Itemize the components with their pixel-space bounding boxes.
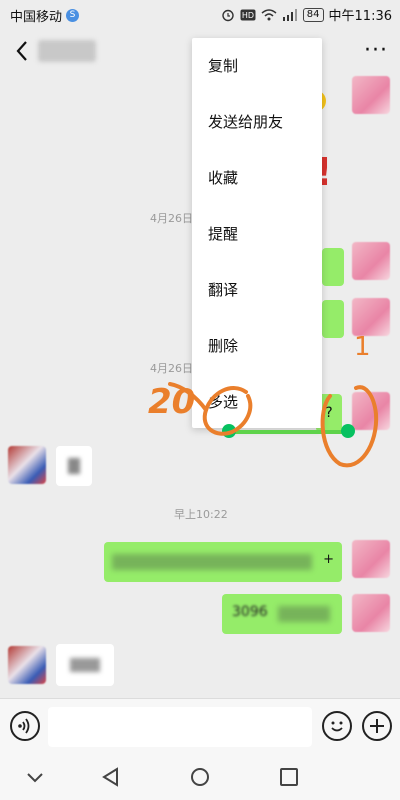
message-suffix: + xyxy=(323,552,334,567)
status-left: 中国移动 S xyxy=(10,6,80,25)
menu-item-delete[interactable]: 删除 xyxy=(192,318,322,374)
annotation-number: 20 xyxy=(148,382,196,422)
smile-glyph xyxy=(331,721,343,732)
menu-item-multiselect[interactable]: 多选 xyxy=(192,374,322,430)
more-dots-icon[interactable]: ··· xyxy=(364,38,388,63)
selection-handle-end[interactable] xyxy=(341,424,355,438)
plus-glyph xyxy=(370,719,384,733)
system-navigation-bar xyxy=(0,754,400,800)
emoji-icon[interactable] xyxy=(322,711,352,741)
message-bubble[interactable]: + xyxy=(104,542,342,582)
status-right: HD 84 中午11:36 xyxy=(221,5,392,24)
selection-handle-start[interactable] xyxy=(222,424,236,438)
voice-wave-glyph xyxy=(18,718,30,734)
message-text: 3096 xyxy=(232,604,268,620)
message-bubble[interactable] xyxy=(56,644,114,686)
blurred-content xyxy=(70,658,100,672)
alarm-icon xyxy=(222,9,234,21)
avatar[interactable] xyxy=(352,298,390,336)
timestamp: 4月26日 xyxy=(150,212,193,225)
annotation-mark: 1 xyxy=(354,332,371,362)
blurred-content xyxy=(278,606,330,622)
hd-icon: HD xyxy=(240,9,256,20)
timestamp: 4月26日 xyxy=(150,362,193,375)
recents-square-icon[interactable] xyxy=(276,765,302,789)
avatar[interactable] xyxy=(8,446,46,484)
clock: 中午11:36 xyxy=(328,9,392,24)
avatar[interactable] xyxy=(352,392,390,430)
avatar[interactable] xyxy=(352,242,390,280)
network-badge: S xyxy=(66,9,80,22)
avatar[interactable] xyxy=(8,646,46,684)
menu-item-remind[interactable]: 提醒 xyxy=(192,206,322,262)
message-bubble[interactable] xyxy=(322,248,344,286)
4g-signal-icon xyxy=(282,8,297,21)
battery-indicator: 84 xyxy=(302,7,324,22)
carrier-label: 中国移动 xyxy=(10,10,63,25)
message-bubble[interactable]: 3096 xyxy=(222,594,342,634)
message-input[interactable] xyxy=(48,707,312,747)
timestamp: 早上10:22 xyxy=(174,508,228,521)
message-bubble[interactable] xyxy=(322,300,344,338)
message-context-menu: 复制 发送给朋友 收藏 提醒 翻译 删除 多选 xyxy=(192,38,322,428)
avatar[interactable] xyxy=(352,76,390,114)
menu-item-forward[interactable]: 发送给朋友 xyxy=(192,94,322,150)
blurred-content xyxy=(68,458,80,474)
menu-item-favorite[interactable]: 收藏 xyxy=(192,150,322,206)
chevron-left-icon[interactable] xyxy=(12,38,34,64)
collapse-chevron-icon[interactable] xyxy=(22,765,48,789)
home-circle-icon[interactable] xyxy=(187,765,213,789)
menu-item-translate[interactable]: 翻译 xyxy=(192,262,322,318)
avatar[interactable] xyxy=(352,594,390,632)
voice-icon[interactable] xyxy=(10,711,40,741)
text-selection-bar xyxy=(228,430,350,434)
blurred-content xyxy=(112,554,312,570)
back-triangle-icon[interactable] xyxy=(98,765,124,789)
plus-icon[interactable] xyxy=(362,711,392,741)
wifi-icon xyxy=(261,8,277,20)
message-bubble[interactable] xyxy=(56,446,92,486)
chat-title xyxy=(38,40,96,62)
svg-text:HD: HD xyxy=(242,11,254,20)
menu-item-copy[interactable]: 复制 xyxy=(192,38,322,94)
avatar[interactable] xyxy=(352,540,390,578)
status-bar: 中国移动 S HD 84 中午11:36 xyxy=(0,0,400,28)
input-bar xyxy=(0,698,400,754)
